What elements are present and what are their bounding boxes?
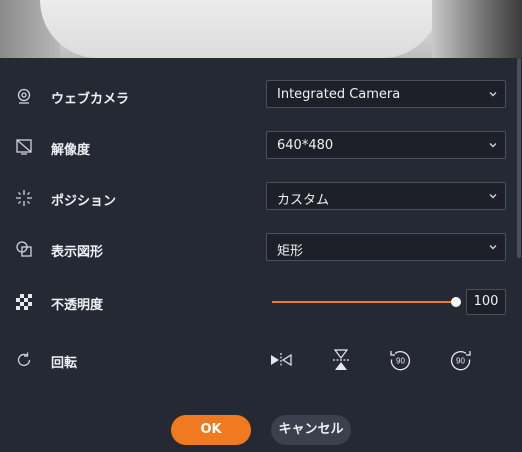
webcam-icon	[14, 86, 34, 106]
preview-background-right	[432, 0, 522, 58]
position-select[interactable]: カスタム	[266, 182, 506, 210]
cancel-button[interactable]: キャンセル	[271, 415, 351, 445]
rotate-right-90-icon[interactable]: 90	[449, 348, 473, 372]
position-icon	[14, 188, 34, 208]
webcam-select[interactable]: Integrated Camera	[266, 80, 506, 108]
preview-subject	[40, 0, 440, 58]
resolution-value: 640*480	[277, 138, 334, 153]
opacity-slider-thumb[interactable]	[451, 297, 461, 307]
ok-button[interactable]: OK	[171, 415, 251, 445]
chevron-down-icon	[489, 245, 497, 250]
shape-value: 矩形	[277, 244, 304, 259]
resolution-icon	[14, 137, 34, 157]
webcam-label: ウェブカメラ	[51, 92, 130, 107]
position-row: ポジション カスタム	[0, 182, 522, 214]
resolution-label: 解像度	[51, 143, 91, 158]
rotate-left-90-icon[interactable]: 90	[388, 348, 412, 372]
position-value: カスタム	[277, 193, 330, 208]
chevron-down-icon	[489, 194, 497, 199]
settings-panel: ウェブカメラ Integrated Camera 解像度 640*480 ポジシ…	[0, 58, 522, 452]
resolution-row: 解像度 640*480	[0, 131, 522, 163]
position-label: ポジション	[51, 194, 117, 209]
rotate-left-90-text: 90	[396, 357, 405, 366]
rotate-icon	[14, 350, 34, 370]
chevron-down-icon	[489, 92, 497, 97]
rotation-row: 回転 90 90	[0, 344, 522, 376]
webcam-value: Integrated Camera	[277, 87, 401, 102]
opacity-label: 不透明度	[51, 298, 104, 313]
shape-label: 表示図形	[51, 245, 104, 260]
webcam-row: ウェブカメラ Integrated Camera	[0, 80, 522, 112]
opacity-value-input[interactable]: 100	[466, 289, 506, 315]
shape-icon	[14, 239, 34, 259]
webcam-preview	[0, 0, 522, 58]
rotate-right-90-text: 90	[456, 357, 465, 366]
flip-horizontal-icon[interactable]	[269, 348, 293, 372]
shape-row: 表示図形 矩形	[0, 233, 522, 265]
rotation-label: 回転	[51, 356, 78, 371]
chevron-down-icon	[489, 143, 497, 148]
opacity-slider-track[interactable]	[272, 301, 456, 303]
flip-vertical-icon[interactable]	[329, 348, 353, 372]
opacity-icon	[14, 292, 34, 312]
resolution-select[interactable]: 640*480	[266, 131, 506, 159]
opacity-row: 不透明度 100	[0, 286, 522, 318]
shape-select[interactable]: 矩形	[266, 233, 506, 261]
